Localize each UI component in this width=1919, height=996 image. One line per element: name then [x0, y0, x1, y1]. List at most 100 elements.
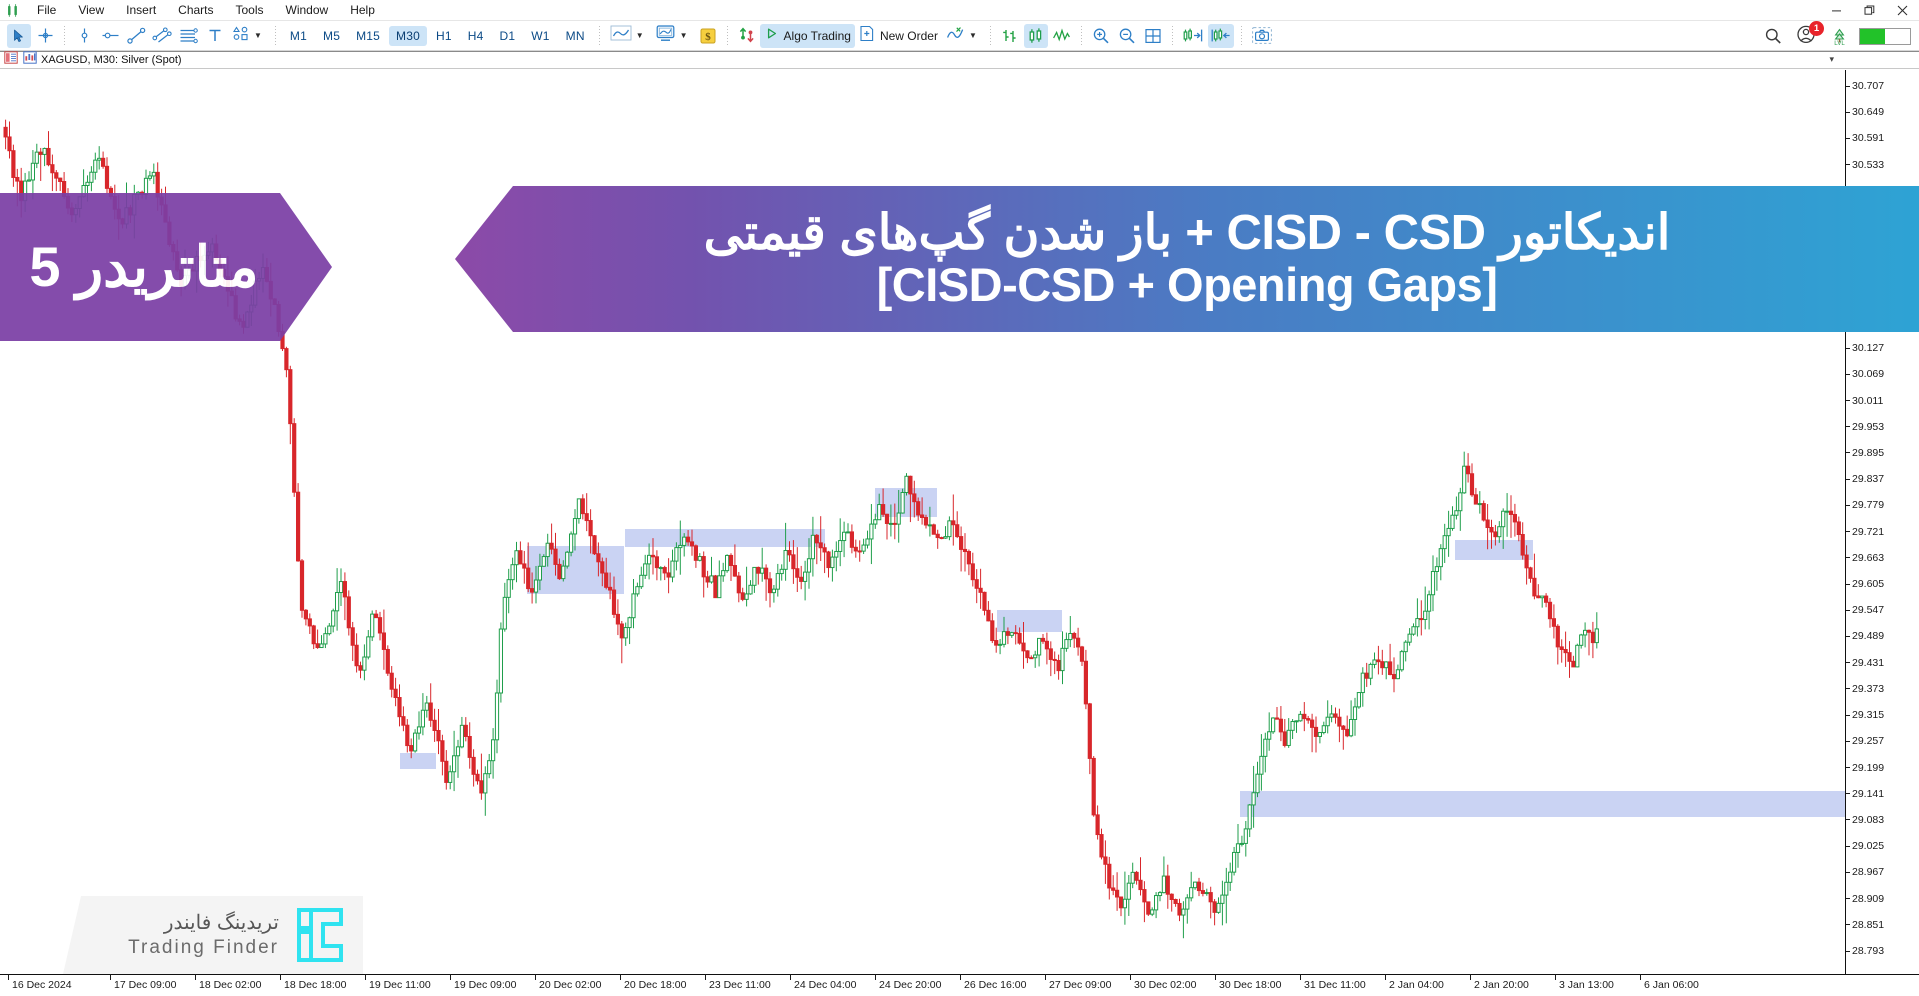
timeframe-m15[interactable]: M15 — [349, 26, 387, 46]
candle-body — [1485, 519, 1490, 529]
new-order-button[interactable]: New Order — [855, 24, 942, 48]
candle-body — [1313, 726, 1319, 737]
candle-body — [491, 739, 496, 762]
candle-body — [779, 568, 784, 575]
candle-body — [405, 724, 410, 747]
chart-shift-icon[interactable] — [1180, 24, 1206, 48]
timeframe-h4[interactable]: H4 — [461, 26, 491, 46]
timeframe-mn[interactable]: MN — [559, 26, 592, 46]
auto-scroll-icon[interactable] — [1207, 23, 1234, 48]
account-level-indicator[interactable]: LVL — [1830, 28, 1849, 45]
candle-body — [713, 575, 718, 599]
close-button[interactable] — [1886, 0, 1919, 21]
candle-body — [732, 565, 737, 577]
candle-body — [1411, 626, 1416, 635]
candle-body — [1146, 901, 1151, 915]
trendline-icon[interactable] — [124, 24, 148, 48]
menu-charts[interactable]: Charts — [167, 0, 224, 20]
toolbar-separator — [64, 26, 65, 45]
candle-body — [814, 534, 819, 544]
zoom-in-icon[interactable] — [1089, 24, 1113, 48]
grid-icon[interactable] — [1141, 24, 1165, 48]
window-controls — [1820, 0, 1919, 21]
candle-body — [1372, 659, 1377, 665]
menu-file[interactable]: File — [26, 0, 67, 20]
candle-body — [1583, 629, 1588, 636]
candle-body — [46, 147, 51, 166]
level-meter[interactable] — [1859, 27, 1911, 45]
timeframe-h1[interactable]: H1 — [429, 26, 459, 46]
menu-window[interactable]: Window — [275, 0, 340, 20]
minimize-button[interactable] — [1820, 0, 1853, 21]
fibonacci-retracement-icon[interactable] — [177, 24, 201, 48]
chevron-down-icon: ▼ — [679, 31, 688, 40]
menu-help[interactable]: Help — [339, 0, 386, 20]
candle-body — [736, 575, 741, 594]
candle-body — [1208, 892, 1213, 903]
candle-body — [853, 546, 858, 552]
candle-body — [1391, 673, 1397, 680]
candlestick-chart-icon[interactable] — [1023, 23, 1048, 48]
horizontal-line-icon[interactable] — [98, 24, 122, 48]
timeframe-w1[interactable]: W1 — [524, 26, 556, 46]
trade-arrows-icon[interactable] — [735, 24, 759, 48]
candle-body — [666, 572, 671, 578]
timeframe-m5[interactable]: M5 — [316, 26, 347, 46]
search-icon[interactable] — [1761, 24, 1785, 48]
candle-body — [1247, 804, 1252, 830]
candle-body — [1317, 732, 1323, 737]
zoom-out-icon[interactable] — [1115, 24, 1139, 48]
candle-body — [510, 564, 515, 581]
timeframe-d1[interactable]: D1 — [492, 26, 522, 46]
indicators-dropdown[interactable]: ▼ — [942, 24, 984, 48]
menu-insert[interactable]: Insert — [115, 0, 167, 20]
algo-trading-button[interactable]: Algo Trading — [759, 23, 855, 48]
text-icon[interactable] — [203, 24, 227, 48]
price-tick: 30.011 — [1846, 395, 1883, 406]
candle-body — [1165, 875, 1170, 895]
time-scale[interactable]: 16 Dec 2024 17 Dec 09:00 18 Dec 02:00 18 De… — [0, 974, 1919, 996]
candle-body — [1079, 646, 1085, 662]
candle-body — [1103, 856, 1108, 865]
candle-body — [1446, 527, 1451, 537]
menu-tools[interactable]: Tools — [225, 0, 275, 20]
screenshot-icon[interactable] — [1249, 24, 1275, 48]
chevron-down-icon[interactable]: ▾ — [1829, 54, 1834, 65]
banner-left: متاتریدر 5 — [0, 193, 332, 341]
currency-icon[interactable]: $ — [696, 24, 720, 48]
candle-body — [1310, 719, 1315, 728]
menu-view[interactable]: View — [67, 0, 115, 20]
candle-body — [1352, 706, 1358, 720]
vertical-line-icon[interactable] — [72, 24, 96, 48]
cursor-icon[interactable] — [7, 23, 31, 48]
bar-chart-icon[interactable] — [998, 24, 1022, 48]
maximize-restore-button[interactable] — [1853, 0, 1886, 21]
candle-body — [1193, 881, 1198, 889]
line-chart-icon[interactable] — [1050, 24, 1074, 48]
gap-zone — [625, 529, 825, 547]
candle-body — [643, 563, 648, 576]
equidistant-channel-icon[interactable] — [150, 24, 175, 48]
candle-body — [565, 551, 570, 567]
candle-body — [686, 536, 691, 543]
candle-body — [1364, 672, 1369, 679]
templates-dropdown[interactable]: ▼ — [651, 24, 695, 48]
candle-body — [299, 560, 305, 611]
candle-body — [1048, 648, 1053, 660]
notifications-count-badge: 1 — [1809, 21, 1824, 36]
chart-window: XAGUSD, M30: Silver (Spot) ▾ 30.707 30.64… — [0, 51, 1919, 996]
shapes-tool-dropdown[interactable]: ▼ — [228, 24, 269, 48]
candle-body — [409, 745, 414, 752]
candle-body — [143, 177, 149, 195]
candle-body — [1267, 731, 1272, 740]
chart-type-dropdown[interactable]: ▼ — [606, 24, 651, 48]
candle-body — [93, 159, 98, 173]
timeframe-m30[interactable]: M30 — [389, 25, 427, 46]
timeframe-m1[interactable]: M1 — [283, 26, 314, 46]
candle-body — [444, 760, 449, 783]
notifications-button[interactable]: 1 — [1796, 21, 1824, 48]
crosshair-icon[interactable] — [33, 24, 57, 48]
svg-text:$: $ — [705, 31, 711, 43]
candle-body — [822, 547, 827, 553]
candle-body — [1212, 901, 1217, 913]
